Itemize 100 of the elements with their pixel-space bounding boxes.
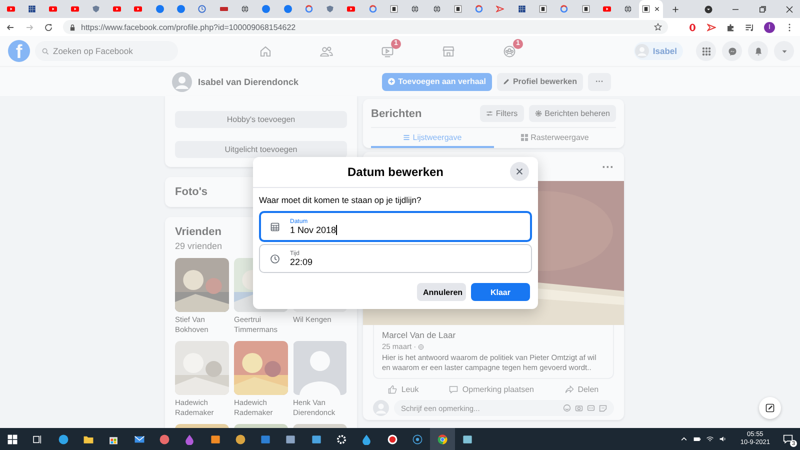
- chat-icon: [728, 46, 736, 56]
- envelope-icon: [134, 434, 145, 444]
- done-button[interactable]: Klaar: [471, 283, 530, 301]
- playlist-icon[interactable]: [745, 22, 754, 32]
- play-icon: [347, 5, 356, 13]
- edit-profile-button[interactable]: Profiel bewerken: [496, 72, 583, 90]
- group-icon[interactable]: [503, 44, 516, 58]
- maximize-icon[interactable]: [758, 4, 767, 14]
- thumbs-up-icon: [388, 385, 398, 394]
- bell-icon: [754, 46, 762, 56]
- play-icon: [602, 5, 611, 13]
- plus-icon: [388, 78, 396, 85]
- menu-button[interactable]: [696, 41, 716, 61]
- back-icon[interactable]: [6, 22, 15, 32]
- play-icon: [6, 5, 15, 13]
- globe-icon: [240, 5, 249, 13]
- chrome-icon: [437, 434, 448, 444]
- ring-icon: [475, 5, 484, 13]
- round-logo-icon: [284, 5, 292, 13]
- ring-icon: [412, 434, 423, 444]
- dialog-prompt: Waar moet dit komen te staan op je tijdlijn?: [259, 195, 422, 205]
- profile-chip[interactable]: Isabel: [634, 42, 683, 60]
- cancel-button[interactable]: Annuleren: [417, 283, 466, 301]
- close-button[interactable]: [510, 162, 529, 181]
- play-icon: [113, 5, 122, 13]
- ring-icon: [304, 5, 313, 13]
- folder-icon: [83, 434, 94, 444]
- drop-icon: [184, 434, 196, 444]
- calendar-icon: [270, 222, 280, 232]
- like-button[interactable]: Leuk: [382, 384, 425, 395]
- clock-icon: [270, 254, 280, 264]
- card-title: Berichten: [371, 108, 422, 120]
- search-icon: [42, 48, 49, 54]
- new-tab-icon[interactable]: [672, 6, 679, 12]
- gear-icon: [336, 434, 347, 444]
- browser-tab[interactable]: [638, 0, 663, 18]
- facebook-logo[interactable]: f: [8, 40, 30, 62]
- message-icon: [783, 434, 793, 444]
- list-icon: [402, 134, 410, 140]
- pencil-icon: [765, 403, 775, 413]
- play-icon: [70, 5, 79, 13]
- add-button[interactable]: Uitgelicht toevoegen: [175, 141, 347, 158]
- globe-icon: [624, 5, 632, 13]
- arrow-icon: [496, 5, 504, 13]
- share-button[interactable]: Delen: [558, 384, 605, 395]
- share-arrow-icon: [564, 385, 574, 394]
- round-logo-icon: [262, 5, 270, 13]
- comment-button[interactable]: Opmerking plaatsen: [443, 384, 540, 395]
- page-icon: [642, 5, 650, 13]
- card-title[interactable]: Foto's: [175, 186, 208, 198]
- address-bar[interactable]: https://www.facebook.com/profile.php?id=100009068154622: [63, 20, 668, 34]
- speaker-icon[interactable]: [719, 435, 728, 443]
- globe-icon: [411, 5, 420, 13]
- new-post-button[interactable]: [759, 397, 781, 419]
- add-to-story-button[interactable]: Toevoegen aan verhaal: [382, 72, 492, 90]
- page-icon: [390, 5, 398, 13]
- speech-bubble-icon: [449, 385, 458, 394]
- dialog-title: Datum bewerken: [347, 165, 444, 179]
- dropdown-icon[interactable]: [704, 4, 713, 14]
- clock-icon: [198, 5, 206, 13]
- puzzle-icon[interactable]: [726, 22, 735, 32]
- messenger-button[interactable]: [722, 41, 742, 61]
- lock-icon: [69, 24, 76, 30]
- close-icon: [515, 167, 524, 176]
- star-icon[interactable]: [654, 23, 662, 31]
- search-field[interactable]: Zoeken op Facebook: [35, 41, 178, 61]
- close-icon[interactable]: [785, 4, 794, 14]
- play-icon: [49, 5, 58, 13]
- filters-button[interactable]: Filters: [480, 105, 524, 122]
- globe-icon: [418, 344, 424, 350]
- windows-icon: [7, 434, 18, 444]
- play-icon: [134, 5, 142, 13]
- chevron-up-icon[interactable]: [680, 435, 688, 443]
- close-icon[interactable]: [654, 6, 660, 12]
- reload-icon[interactable]: [44, 22, 53, 32]
- manage-posts-button[interactable]: Berichten beheren: [528, 105, 616, 122]
- battery-icon[interactable]: [693, 435, 702, 443]
- shield-icon: [92, 5, 100, 13]
- profile-name: Isabel van Dierendonck: [198, 76, 299, 86]
- card-title[interactable]: Vrienden: [175, 226, 222, 238]
- more-button[interactable]: ···: [588, 72, 611, 90]
- extension-icon[interactable]: [707, 22, 716, 32]
- sliders-icon: [486, 110, 493, 117]
- page-icon: [582, 5, 590, 13]
- grid-icon: [518, 5, 526, 13]
- shield-icon: [326, 5, 334, 13]
- grid-view-tab[interactable]: Rasterweergave: [494, 128, 616, 148]
- list-view-tab[interactable]: Lijstweergave: [371, 128, 494, 148]
- video-icon[interactable]: [381, 44, 394, 58]
- round-logo-icon: [156, 5, 164, 13]
- notifications-button[interactable]: [748, 41, 768, 61]
- extension-icon[interactable]: [688, 22, 697, 32]
- settings-icon: [534, 110, 542, 117]
- add-button[interactable]: Hobby's toevoegen: [175, 111, 347, 128]
- author-name[interactable]: Marcel Van de Laar: [382, 330, 605, 340]
- globe-icon: [432, 5, 441, 13]
- wifi-icon[interactable]: [706, 435, 714, 443]
- round-logo-icon: [177, 5, 186, 13]
- record-icon: [386, 434, 398, 444]
- more-button[interactable]: ···: [602, 160, 614, 174]
